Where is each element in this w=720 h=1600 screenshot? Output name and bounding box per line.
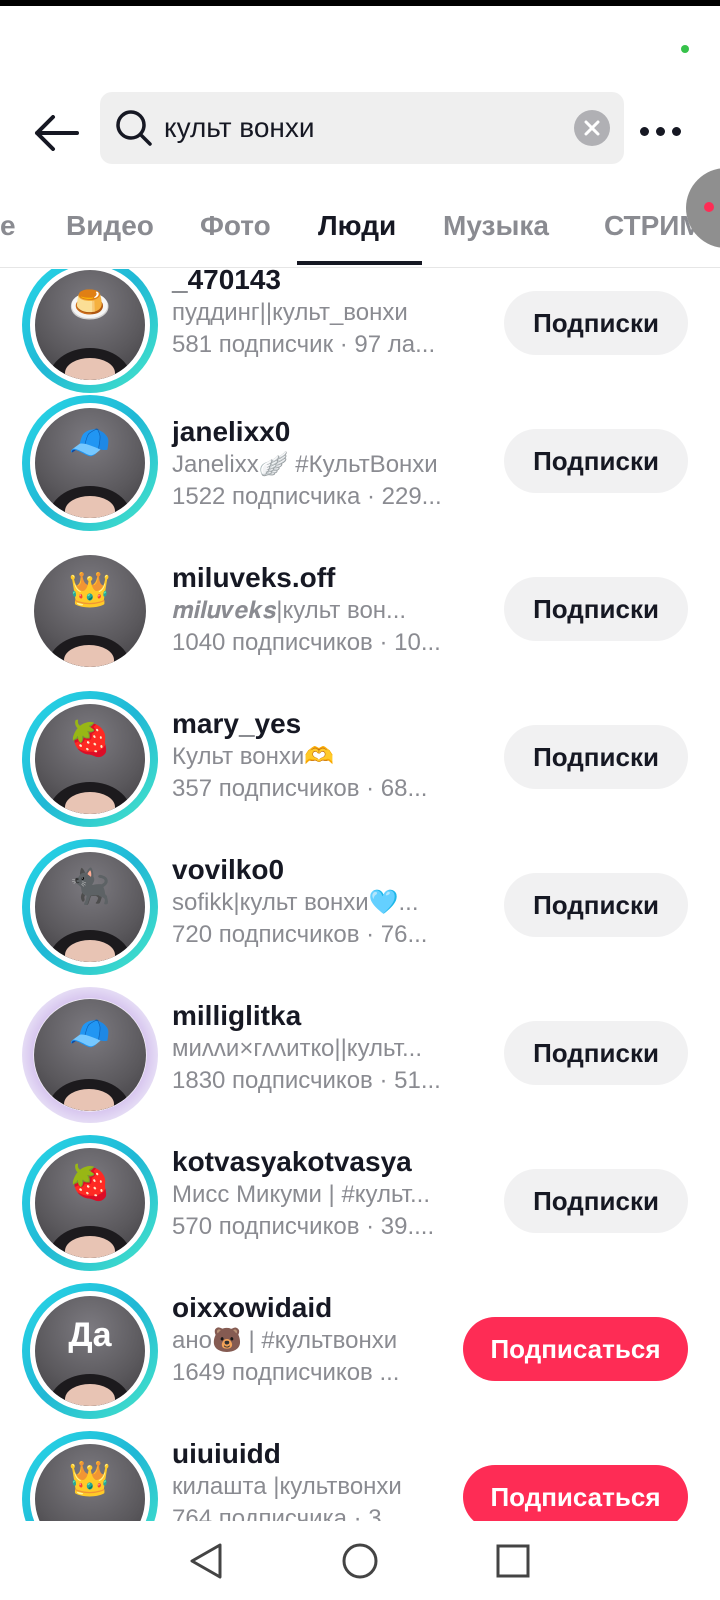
user-bio: Мисс Микуми | #культ... bbox=[172, 1181, 430, 1208]
following-button[interactable]: Подписки bbox=[504, 291, 688, 355]
user-stats: 581 подписчик · 97 ла... bbox=[172, 331, 436, 358]
triangle-back-icon bbox=[190, 1543, 222, 1579]
list-item[interactable]: 🍮 _470143 пуддинг||культ_вонхи 581 подпи… bbox=[0, 269, 720, 399]
username[interactable]: miluveks.off bbox=[172, 561, 472, 595]
username[interactable]: kotvasyakotvasya bbox=[172, 1145, 472, 1179]
avatar[interactable]: 🍓 bbox=[22, 1135, 158, 1271]
user-bio: пуддинг||культ_вонхи bbox=[172, 299, 408, 326]
following-button[interactable]: Подписки bbox=[504, 429, 688, 493]
tab-video[interactable]: Видео bbox=[66, 210, 154, 242]
user-stats: 764 подписчика · 3... bbox=[172, 1505, 402, 1521]
user-bio: 𝒎𝒊𝒍𝒖𝒗𝒆𝒌𝒔|культ вон... bbox=[172, 597, 407, 624]
system-navigation-bar bbox=[0, 1521, 720, 1600]
user-bio: килашта |культвонхи bbox=[172, 1473, 402, 1500]
tab-partial[interactable]: е bbox=[0, 210, 16, 242]
list-item[interactable]: 🧢 janelixx0 Janelixx🪽 #КультВонхи 1522 п… bbox=[0, 389, 720, 537]
following-button[interactable]: Подписки bbox=[504, 725, 688, 789]
following-button[interactable]: Подписки bbox=[504, 873, 688, 937]
list-item[interactable]: 🐈‍⬛ vovilko0 sofikk|культ вонхи🩵... 720 … bbox=[0, 833, 720, 981]
user-stats: 720 подписчиков · 76... bbox=[172, 921, 428, 948]
propeller-cap-icon: 🧢 bbox=[68, 424, 112, 462]
close-icon bbox=[584, 120, 600, 136]
pudding-hat-icon: 🍮 bbox=[68, 286, 112, 324]
arrow-left-icon bbox=[35, 115, 79, 151]
user-stats: 357 подписчиков · 68... bbox=[172, 775, 428, 802]
more-dot bbox=[640, 126, 649, 136]
search-input[interactable] bbox=[164, 112, 544, 144]
avatar[interactable]: 🐈‍⬛ bbox=[22, 839, 158, 975]
denim-cap-icon: 🧢 bbox=[68, 1015, 112, 1053]
da-text-icon: Да bbox=[68, 1316, 112, 1354]
search-icon bbox=[114, 108, 154, 148]
avatar[interactable]: 👑 bbox=[22, 1431, 158, 1521]
user-stats: 1649 подписчиков ... bbox=[172, 1359, 400, 1386]
nav-back-button[interactable] bbox=[184, 1539, 228, 1583]
list-item[interactable]: Да oixxowidaid ано🐻 | #культвонхи 1649 п… bbox=[0, 1277, 720, 1425]
user-bio: миʌʌи×гʌʌиткo||культ... bbox=[172, 1035, 423, 1062]
username[interactable]: oixxowidaid bbox=[172, 1291, 472, 1325]
more-options-button[interactable] bbox=[640, 111, 681, 151]
clear-search-button[interactable] bbox=[574, 110, 610, 146]
following-button[interactable]: Подписки bbox=[504, 1169, 688, 1233]
user-stats: 1522 подписчика · 229... bbox=[172, 483, 442, 510]
more-dot bbox=[672, 126, 681, 136]
status-indicator-dot bbox=[681, 45, 689, 53]
square-recents-icon bbox=[496, 1544, 530, 1578]
username[interactable]: vovilko0 bbox=[172, 853, 472, 887]
list-item[interactable]: 🍓 kotvasyakotvasya Мисс Микуми | #культ.… bbox=[0, 1129, 720, 1277]
avatar[interactable]: 🧢 bbox=[22, 395, 158, 531]
username[interactable]: uiuiuidd bbox=[172, 1437, 472, 1471]
strawberry-hat-icon: 🍓 bbox=[68, 720, 112, 758]
username[interactable]: milliglitka bbox=[172, 999, 472, 1033]
notification-dot bbox=[704, 202, 714, 212]
circle-home-icon bbox=[342, 1543, 378, 1579]
follow-button[interactable]: Подписаться bbox=[463, 1465, 688, 1521]
active-tab-indicator bbox=[297, 261, 422, 265]
user-bio: sofikk|культ вонхи🩵... bbox=[172, 889, 419, 916]
people-list: 🍮 _470143 пуддинг||культ_вонхи 581 подпи… bbox=[0, 269, 720, 1521]
search-tabs: е Видео Фото Люди Музыка СТРИМ bbox=[0, 188, 720, 268]
search-bar[interactable] bbox=[100, 92, 624, 164]
avatar[interactable]: 🧢 bbox=[22, 987, 158, 1123]
list-item[interactable]: 👑 uiuiuidd килашта |культвонхи 764 подпи… bbox=[0, 1425, 720, 1521]
following-button[interactable]: Подписки bbox=[504, 1021, 688, 1085]
avatar[interactable]: 👑 bbox=[22, 543, 158, 679]
tab-photo[interactable]: Фото bbox=[200, 210, 271, 242]
tab-music[interactable]: Музыка bbox=[443, 210, 549, 242]
follow-button[interactable]: Подписаться bbox=[463, 1317, 688, 1381]
user-stats: 1040 подписчиков · 10... bbox=[172, 629, 441, 656]
back-button[interactable] bbox=[30, 111, 82, 155]
username[interactable]: mary_yes bbox=[172, 707, 472, 741]
following-button[interactable]: Подписки bbox=[504, 577, 688, 641]
tiara-icon: 👑 bbox=[68, 1460, 112, 1498]
more-dot bbox=[656, 126, 665, 136]
user-stats: 570 подписчиков · 39.... bbox=[172, 1213, 435, 1240]
username[interactable]: janelixx0 bbox=[172, 415, 472, 449]
user-bio: Janelixx🪽 #КультВонхи bbox=[172, 451, 438, 478]
strawberry-hat-icon: 🍓 bbox=[68, 1164, 112, 1202]
user-stats: 1830 подписчиков · 51... bbox=[172, 1067, 441, 1094]
tiara-icon: 👑 bbox=[68, 571, 112, 609]
nav-recents-button[interactable] bbox=[491, 1539, 535, 1583]
screen: е Видео Фото Люди Музыка СТРИМ 🍮 _470143… bbox=[0, 6, 720, 1600]
nav-home-button[interactable] bbox=[338, 1539, 382, 1583]
tab-people[interactable]: Люди bbox=[318, 210, 396, 242]
avatar[interactable]: Да bbox=[22, 1283, 158, 1419]
user-bio: Культ вонхи🫶 bbox=[172, 743, 335, 770]
username[interactable]: _470143 bbox=[172, 269, 472, 297]
list-item[interactable]: 🍓 mary_yes Культ вонхи🫶 357 подписчиков … bbox=[0, 685, 720, 833]
cat-clip-icon: 🐈‍⬛ bbox=[68, 868, 112, 906]
avatar[interactable]: 🍮 bbox=[22, 269, 158, 393]
list-item[interactable]: 👑 miluveks.off 𝒎𝒊𝒍𝒖𝒗𝒆𝒌𝒔|культ вон... 104… bbox=[0, 537, 720, 685]
avatar[interactable]: 🍓 bbox=[22, 691, 158, 827]
list-item[interactable]: 🧢 milliglitka миʌʌи×гʌʌиткo||культ... 18… bbox=[0, 981, 720, 1129]
user-bio: ано🐻 | #культвонхи bbox=[172, 1327, 398, 1354]
